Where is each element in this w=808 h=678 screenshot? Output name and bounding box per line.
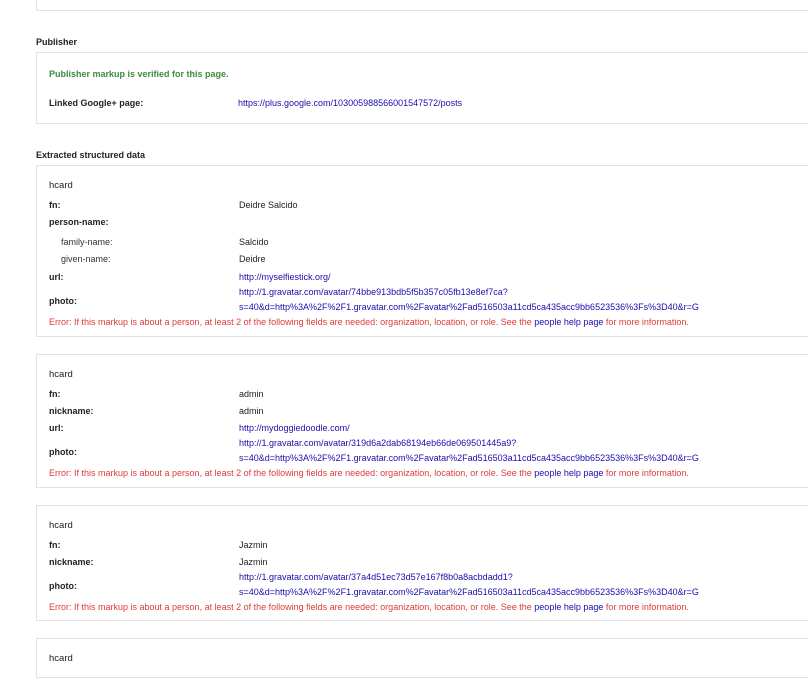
fn-label: fn: bbox=[49, 389, 61, 399]
error-text: Error: If this markup is about a person,… bbox=[49, 317, 532, 327]
publisher-box: Publisher markup is verified for this pa… bbox=[36, 52, 808, 124]
linked-page-label: Linked Google+ page: bbox=[49, 98, 144, 108]
error-suffix: for more information. bbox=[605, 602, 689, 612]
fn-value: Deidre Salcido bbox=[239, 200, 298, 210]
people-help-link[interactable]: people help page bbox=[534, 602, 603, 612]
hcard-card: hcard fn: Jazmin nickname: Jazmin photo:… bbox=[36, 505, 808, 621]
linked-page-link[interactable]: https://plus.google.com/1030059885660015… bbox=[238, 98, 462, 108]
card-title: hcard bbox=[49, 520, 73, 531]
card-title: hcard bbox=[49, 653, 73, 664]
previous-section-box bbox=[36, 0, 808, 11]
error-text: Error: If this markup is about a person,… bbox=[49, 468, 532, 478]
nickname-label: nickname: bbox=[49, 406, 94, 416]
error-suffix: for more information. bbox=[605, 468, 689, 478]
error-message: Error: If this markup is about a person,… bbox=[49, 602, 689, 612]
nickname-value: admin bbox=[239, 406, 264, 416]
photo-link-line1[interactable]: http://1.gravatar.com/avatar/74bbe913bdb… bbox=[239, 287, 508, 297]
card-title: hcard bbox=[49, 180, 73, 191]
publisher-heading: Publisher bbox=[36, 37, 78, 47]
url-link[interactable]: http://myselfiestick.org/ bbox=[239, 272, 331, 282]
photo-label: photo: bbox=[49, 447, 77, 457]
error-text: Error: If this markup is about a person,… bbox=[49, 602, 532, 612]
error-message: Error: If this markup is about a person,… bbox=[49, 468, 689, 478]
error-message: Error: If this markup is about a person,… bbox=[49, 317, 689, 327]
fn-value: admin bbox=[239, 389, 264, 399]
hcard-card: hcard fn: Deidre Salcido person-name: fa… bbox=[36, 165, 808, 337]
nickname-value: Jazmin bbox=[239, 557, 268, 567]
person-name-label: person-name: bbox=[49, 217, 109, 227]
extracted-heading: Extracted structured data bbox=[36, 150, 146, 160]
photo-label: photo: bbox=[49, 296, 77, 306]
url-label: url: bbox=[49, 423, 64, 433]
fn-value: Jazmin bbox=[239, 540, 268, 550]
hcard-card: hcard fn: admin nickname: admin url: htt… bbox=[36, 354, 808, 488]
photo-link-line1[interactable]: http://1.gravatar.com/avatar/37a4d51ec73… bbox=[239, 572, 513, 582]
photo-link-line2[interactable]: s=40&d=http%3A%2F%2F1.gravatar.com%2Fava… bbox=[239, 587, 699, 597]
fn-label: fn: bbox=[49, 200, 61, 210]
given-name-label: given-name: bbox=[61, 254, 111, 264]
fn-label: fn: bbox=[49, 540, 61, 550]
url-label: url: bbox=[49, 272, 64, 282]
photo-link-line1[interactable]: http://1.gravatar.com/avatar/319d6a2dab6… bbox=[239, 438, 516, 448]
url-link[interactable]: http://mydoggiedoodle.com/ bbox=[239, 423, 350, 433]
family-name-value: Salcido bbox=[239, 237, 269, 247]
nickname-label: nickname: bbox=[49, 557, 94, 567]
photo-link-line2[interactable]: s=40&d=http%3A%2F%2F1.gravatar.com%2Fava… bbox=[239, 453, 699, 463]
family-name-label: family-name: bbox=[61, 237, 113, 247]
given-name-value: Deidre bbox=[239, 254, 266, 264]
people-help-link[interactable]: people help page bbox=[534, 317, 603, 327]
hcard-card: hcard bbox=[36, 638, 808, 678]
publisher-verified-message: Publisher markup is verified for this pa… bbox=[49, 69, 229, 79]
photo-label: photo: bbox=[49, 581, 77, 591]
photo-link-line2[interactable]: s=40&d=http%3A%2F%2F1.gravatar.com%2Fava… bbox=[239, 302, 699, 312]
card-title: hcard bbox=[49, 369, 73, 380]
error-suffix: for more information. bbox=[605, 317, 689, 327]
people-help-link[interactable]: people help page bbox=[534, 468, 603, 478]
